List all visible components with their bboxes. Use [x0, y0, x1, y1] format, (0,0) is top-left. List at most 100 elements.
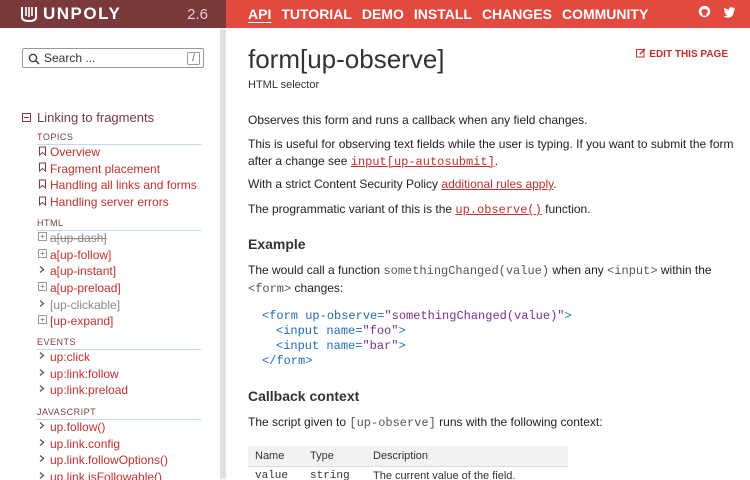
up-observe-link[interactable]: up.observe(): [455, 203, 541, 217]
twitter-icon[interactable]: [723, 5, 736, 23]
table-header-name: Name: [248, 446, 303, 466]
sidebar-group-list: a[up-dash] a[up-follow] a[up-instant] a[up-…: [37, 230, 121, 330]
sidebar-item[interactable]: up.follow(): [37, 419, 168, 436]
table-cell: The current value of the field.: [366, 465, 568, 480]
code-line-4: </form>: [262, 354, 572, 369]
usage-end: .: [494, 153, 499, 168]
page-title: form[up-observe]: [248, 44, 445, 74]
nav-api[interactable]: API: [248, 0, 271, 28]
nav-tutorial[interactable]: TUTORIAL: [281, 0, 352, 28]
code-line-3: <input name="bar">: [262, 339, 572, 354]
example-heading: Example: [248, 236, 306, 252]
sidebar-item-label: up.link.followOptions(): [50, 453, 169, 468]
context-table: Name Type Description value string The c…: [248, 446, 568, 480]
code-token: <input: [276, 324, 320, 338]
nav-community[interactable]: COMMUNITY: [562, 0, 648, 28]
nav-demo[interactable]: DEMO: [362, 0, 404, 28]
autosubmit-link[interactable]: input[up-autosubmit]: [351, 155, 495, 169]
sidebar-item[interactable]: a[up-preload]: [37, 280, 121, 297]
sidebar-item[interactable]: up.link.isFollowable(): [37, 469, 168, 480]
sidebar-item-label: up.follow(): [50, 420, 106, 435]
variant-text: The programmatic variant of this is the: [248, 202, 456, 216]
code-token: name=: [326, 339, 363, 353]
plus-box-icon: [37, 315, 47, 327]
section-title-label: Linking to fragments: [37, 110, 155, 125]
callback-paragraph: The script given to [up-observe] runs wi…: [248, 414, 728, 432]
sidebar-item[interactable]: a[up-follow]: [37, 247, 121, 264]
code-token: "somethingChanged(value)": [384, 309, 565, 323]
callback-code: [up-observe]: [349, 416, 436, 430]
bookmark-icon: [37, 146, 47, 159]
sidebar-group-list: up.follow() up.link.config up.link.followO…: [37, 419, 168, 480]
chevron-icon: [37, 368, 47, 380]
chevron-icon: [37, 351, 47, 363]
sidebar-item[interactable]: up.link.followOptions(): [37, 452, 168, 469]
sidebar-item[interactable]: [up-clickable]: [37, 296, 121, 313]
sidebar-item[interactable]: Handling all links and forms: [37, 177, 197, 194]
csp-text: With a strict Content Security Policy: [248, 177, 442, 191]
unpoly-logo-icon[interactable]: [20, 5, 38, 23]
example-text-d: changes:: [291, 280, 344, 295]
variant-end: function.: [541, 202, 591, 216]
sidebar-item-label: up:click: [50, 350, 91, 365]
callback-context-heading: Callback context: [248, 388, 360, 404]
sidebar-item[interactable]: up:link:preload: [37, 382, 128, 399]
table-header-description: Description: [366, 446, 568, 466]
sidebar-item-label: up.link.config: [50, 436, 121, 451]
sidebar-item[interactable]: up:link:follow: [37, 366, 128, 383]
sidebar-item[interactable]: Handling server errors: [37, 194, 197, 211]
sidebar-item-label: [up-expand]: [50, 314, 114, 329]
sidebar-item-label: up:link:preload: [50, 383, 129, 398]
chevron-icon: [37, 299, 47, 311]
sidebar-item[interactable]: a[up-dash]: [37, 230, 121, 247]
sidebar-item[interactable]: a[up-instant]: [37, 263, 121, 280]
sidebar-item[interactable]: Overview: [37, 144, 197, 161]
sidebar-group-list: up:click up:link:follow up:link:preload: [37, 349, 128, 399]
sidebar-item-label: a[up-follow]: [50, 247, 112, 262]
sidebar-item[interactable]: [up-expand]: [37, 313, 121, 330]
main-nav: API TUTORIAL DEMO INSTALL CHANGES COMMUN…: [226, 0, 750, 28]
chevron-icon: [37, 454, 47, 466]
main-content: EDIT THIS PAGE form[up-observe] HTML sel…: [226, 28, 750, 480]
example-code-input: <input>: [607, 264, 658, 278]
version-selector[interactable]: 2.6: [187, 6, 208, 23]
chevron-icon: [37, 384, 47, 396]
table-header-type: Type: [303, 446, 366, 466]
code-token: up-observe=: [305, 309, 385, 323]
sidebar-item[interactable]: up.link.config: [37, 436, 168, 453]
search-box[interactable]: /: [22, 48, 204, 68]
csp-rules-link[interactable]: additional rules apply: [441, 177, 553, 191]
collapse-icon: [22, 113, 31, 122]
sidebar-item[interactable]: up:click: [37, 349, 128, 366]
search-shortcut-hint: /: [187, 51, 200, 65]
search-input[interactable]: [44, 51, 184, 65]
intro-paragraph: Observes this form and runs a callback w…: [248, 113, 588, 127]
example-paragraph: The would call a function somethingChang…: [248, 262, 738, 297]
code-token: <form: [262, 309, 299, 323]
table-header-row: Name Type Description: [248, 446, 568, 466]
callback-text-a: The script given to: [248, 415, 350, 429]
sidebar-item-label: Handling all links and forms: [50, 178, 197, 193]
sidebar-item-label: Overview: [50, 145, 101, 160]
edit-page-link[interactable]: EDIT THIS PAGE: [636, 48, 728, 61]
sidebar-item-label: a[up-preload]: [50, 281, 121, 296]
example-text-c: within the: [657, 263, 712, 277]
table-row: value string The current value of the fi…: [248, 465, 568, 480]
sidebar-item[interactable]: Fragment placement: [37, 161, 197, 178]
example-code-fn: somethingChanged(value): [383, 264, 550, 278]
nav-install[interactable]: INSTALL: [414, 0, 472, 28]
nav-changes[interactable]: CHANGES: [482, 0, 552, 28]
sidebar-section-title[interactable]: Linking to fragments: [22, 110, 154, 125]
plus-box-icon: [37, 282, 47, 294]
brand-name[interactable]: UNPOLY: [43, 4, 121, 24]
sidebar-item-label: Handling server errors: [50, 195, 169, 210]
sidebar: / Linking to fragments TOPICSOverviewFra…: [0, 28, 220, 480]
example-code-form: <form>: [248, 281, 292, 296]
code-token: "foo": [362, 324, 399, 338]
sidebar-item-label: a[up-dash]: [50, 231, 107, 246]
edit-page-label: EDIT THIS PAGE: [649, 49, 728, 60]
chevron-icon: [37, 421, 47, 433]
github-icon[interactable]: [698, 5, 711, 23]
sidebar-group-list: Overview Fragment placement Handling all l…: [37, 144, 197, 210]
code-line-1: <form up-observe="somethingChanged(value…: [262, 309, 572, 324]
